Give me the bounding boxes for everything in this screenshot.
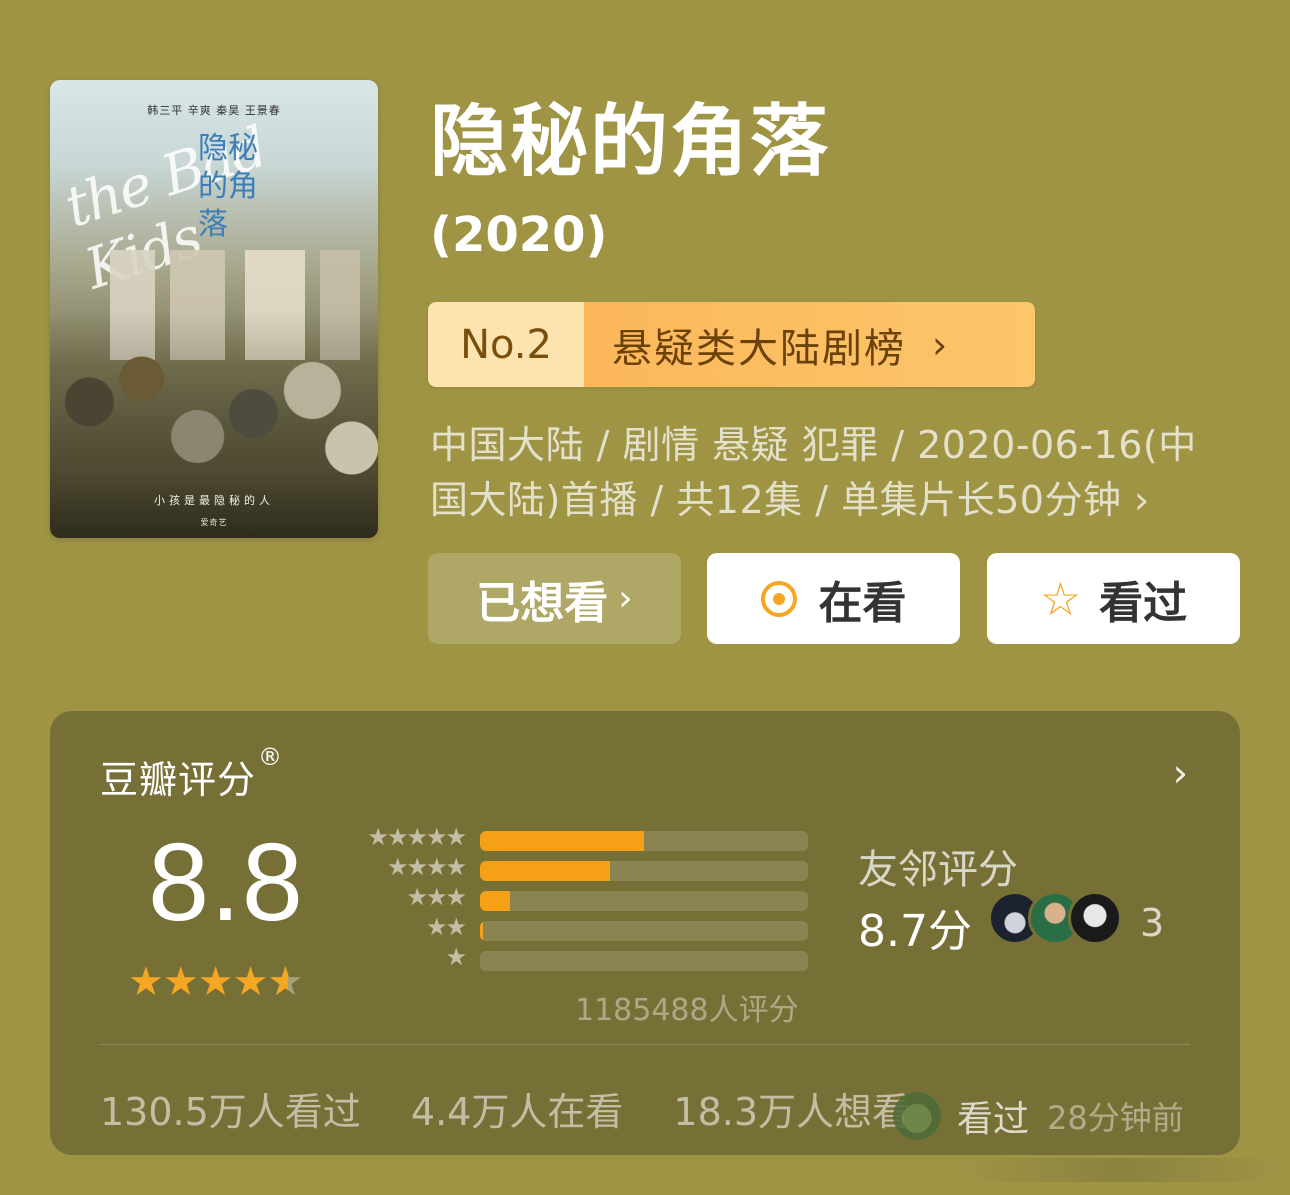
registered-mark: ® [258, 743, 284, 771]
toast-label: 看过 [957, 1099, 1030, 1140]
distribution-fill [480, 831, 644, 851]
rating-card[interactable]: 豆瓣评分® › 8.8 ★★★★★ ★★★★★ ★★★★ ★★★ ★★ ★ 11… [50, 711, 1240, 1155]
rank-badge[interactable]: No.2 悬疑类大陆剧榜 › [428, 302, 1035, 387]
distribution-fill [480, 891, 510, 911]
want-label: 已想看 [476, 577, 609, 629]
friends-count: 3 [1140, 901, 1165, 945]
distribution-bar [480, 831, 808, 851]
full-stars: ★★★★ [128, 959, 268, 1005]
friends-rating-title: 友邻评分 [858, 847, 1018, 893]
audience-stats: 130.5万人看过 4.4万人在看 18.3万人想看 [100, 1081, 948, 1136]
distribution-bar [480, 951, 808, 971]
poster-cn-title: 隐秘的角落 [198, 131, 258, 242]
star-outline-icon: ☆ [1039, 571, 1082, 626]
watching-button[interactable]: 在看 [707, 553, 960, 644]
show-meta-info[interactable]: 中国大陆 / 剧情 悬疑 犯罪 / 2020-06-16(中国大陆)首播 / 共… [430, 418, 1220, 528]
distribution-bar [480, 891, 808, 911]
friends-score: 8.7分 [858, 906, 972, 957]
want-count: 18.3万人想看 [673, 1090, 911, 1134]
poster-image[interactable]: 韩三平 辛爽 秦昊 王景春 the Bad Kids 隐秘的角落 小孩是最隐秘的… [50, 80, 378, 538]
distribution-stars: ★★★★ [386, 853, 467, 881]
distribution-bar [480, 861, 808, 881]
distribution-fill [480, 921, 483, 941]
watermark [960, 1158, 1280, 1182]
score-stars: ★★★★★ [128, 959, 303, 1005]
watching-count: 4.4万人在看 [410, 1090, 624, 1134]
divider [100, 1044, 1190, 1045]
distribution-row: ★★★ [340, 883, 810, 917]
rank-label: 悬疑类大陆剧榜 [612, 325, 906, 372]
distribution-row: ★ [340, 943, 810, 977]
poster-tagline: 小孩是最隐秘的人 [154, 494, 274, 507]
rating-count: 1185488人评分 [575, 993, 799, 1028]
show-title: 隐秘的角落 [430, 97, 831, 187]
watched-count: 130.5万人看过 [100, 1090, 361, 1134]
target-icon [760, 580, 797, 617]
friends-avatars[interactable] [988, 891, 1122, 945]
show-year: (2020) [430, 207, 608, 263]
distribution-stars: ★★ [425, 913, 467, 941]
poster-sponsors: 爱奇艺 [200, 518, 228, 527]
avatar [893, 1092, 941, 1140]
half-star: ★ [267, 959, 303, 1005]
want-to-watch-button[interactable]: 已想看 › [428, 553, 681, 644]
chevron-right-icon: › [932, 322, 950, 367]
avatar [1068, 891, 1122, 945]
distribution-stars: ★★★ [406, 883, 467, 911]
toast-time: 28分钟前 [1047, 1099, 1184, 1137]
distribution-stars: ★★★★★ [367, 823, 467, 851]
distribution-row: ★★ [340, 913, 810, 947]
distribution-stars: ★ [445, 943, 466, 971]
chevron-right-icon[interactable]: › [1173, 751, 1188, 795]
rank-number: No.2 [428, 302, 584, 387]
chevron-right-icon: › [618, 578, 633, 619]
watched-label: 看过 [1099, 577, 1188, 629]
rating-title-text: 豆瓣评分 [100, 758, 257, 802]
watching-label: 在看 [818, 577, 907, 629]
rating-card-title: 豆瓣评分® [100, 743, 283, 804]
distribution-fill [480, 861, 610, 881]
distribution-bar [480, 921, 808, 941]
activity-toast[interactable]: 看过 28分钟前 [893, 1090, 1184, 1142]
douban-score: 8.8 [148, 821, 304, 944]
rank-label-area: 悬疑类大陆剧榜 › [584, 302, 1035, 387]
watched-button[interactable]: ☆ 看过 [987, 553, 1240, 644]
